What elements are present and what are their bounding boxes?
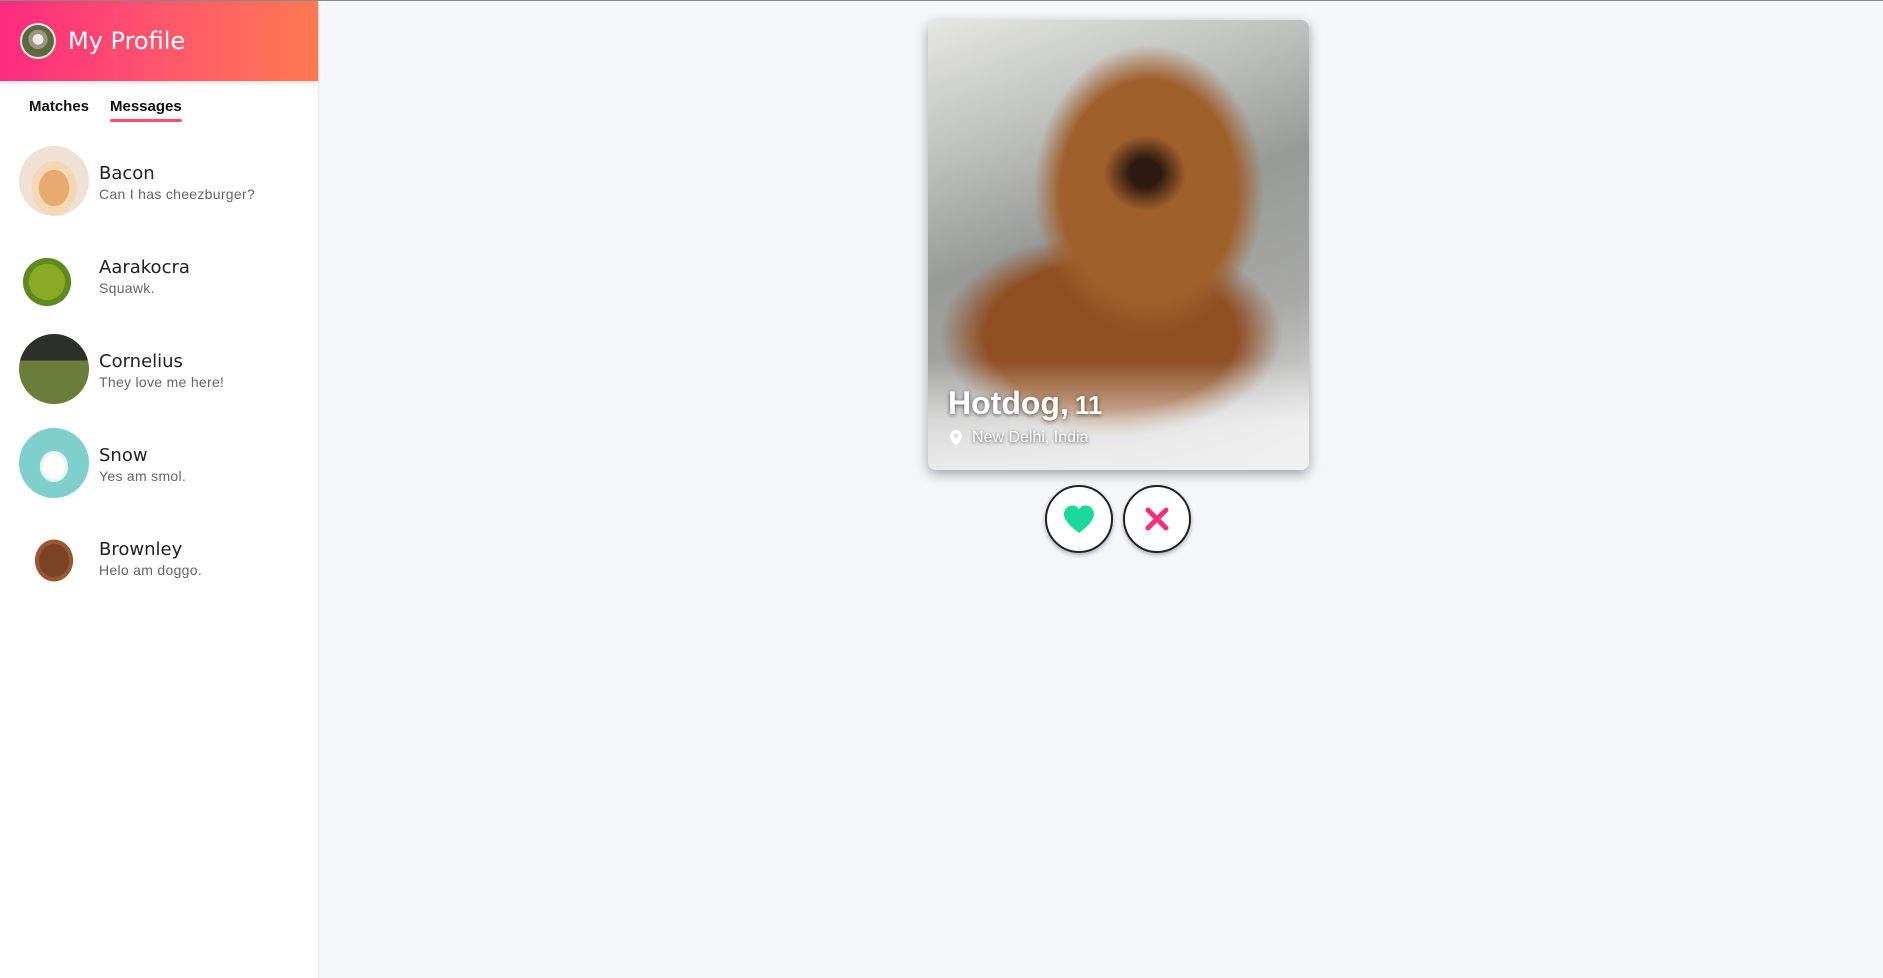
conversation-list: Bacon Can I has cheezburger? Aarakocra S… <box>0 141 318 611</box>
conversation-name: Bacon <box>99 163 155 184</box>
profile-avatar[interactable] <box>20 23 56 59</box>
doodle-avatar <box>19 522 89 592</box>
conversation-preview: They love me here! <box>99 374 225 390</box>
conversation-item-cornelius[interactable]: Cornelius They love me here! <box>0 329 318 423</box>
conversation-preview: Squawk. <box>99 280 155 296</box>
pug-avatar <box>19 334 89 404</box>
conversation-name: Aarakocra <box>99 257 190 278</box>
card-title: Hotdog, 11 <box>948 385 1102 422</box>
conversation-name: Snow <box>99 445 148 466</box>
conversation-item-aarakocra[interactable]: Aarakocra Squawk. <box>0 235 318 329</box>
profile-title[interactable]: My Profile <box>68 27 185 55</box>
conversation-preview: Helo am doggo. <box>99 562 203 578</box>
conversation-preview: Yes am smol. <box>99 468 187 484</box>
card-location-text: New Delhi, India <box>972 429 1089 446</box>
close-icon <box>1145 507 1169 531</box>
conversation-name: Brownley <box>99 539 183 560</box>
sidebar: My Profile Matches Messages Bacon Can I … <box>0 1 319 978</box>
profile-card[interactable]: Hotdog, 11 New Delhi, India <box>928 20 1309 470</box>
tab-messages[interactable]: Messages <box>110 98 182 122</box>
conversation-name: Cornelius <box>99 351 183 372</box>
conversation-item-snow[interactable]: Snow Yes am smol. <box>0 423 318 517</box>
card-location: New Delhi, India <box>950 429 1089 447</box>
cat-avatar <box>19 146 89 216</box>
card-name: Hotdog, <box>948 385 1069 421</box>
white-puppy-avatar <box>19 428 89 498</box>
conversation-item-bacon[interactable]: Bacon Can I has cheezburger? <box>0 141 318 235</box>
location-pin-icon <box>950 430 962 446</box>
card-age: 11 <box>1074 390 1103 420</box>
nope-button[interactable] <box>1123 485 1191 553</box>
parakeet-avatar <box>19 240 89 310</box>
conversation-item-brownley[interactable]: Brownley Helo am doggo. <box>0 517 318 611</box>
like-button[interactable] <box>1045 485 1113 553</box>
my-profile-header[interactable]: My Profile <box>0 1 318 81</box>
sidebar-tabs: Matches Messages <box>0 81 318 131</box>
tab-matches[interactable]: Matches <box>29 98 89 115</box>
heart-icon <box>1064 505 1094 533</box>
conversation-preview: Can I has cheezburger? <box>99 186 256 202</box>
